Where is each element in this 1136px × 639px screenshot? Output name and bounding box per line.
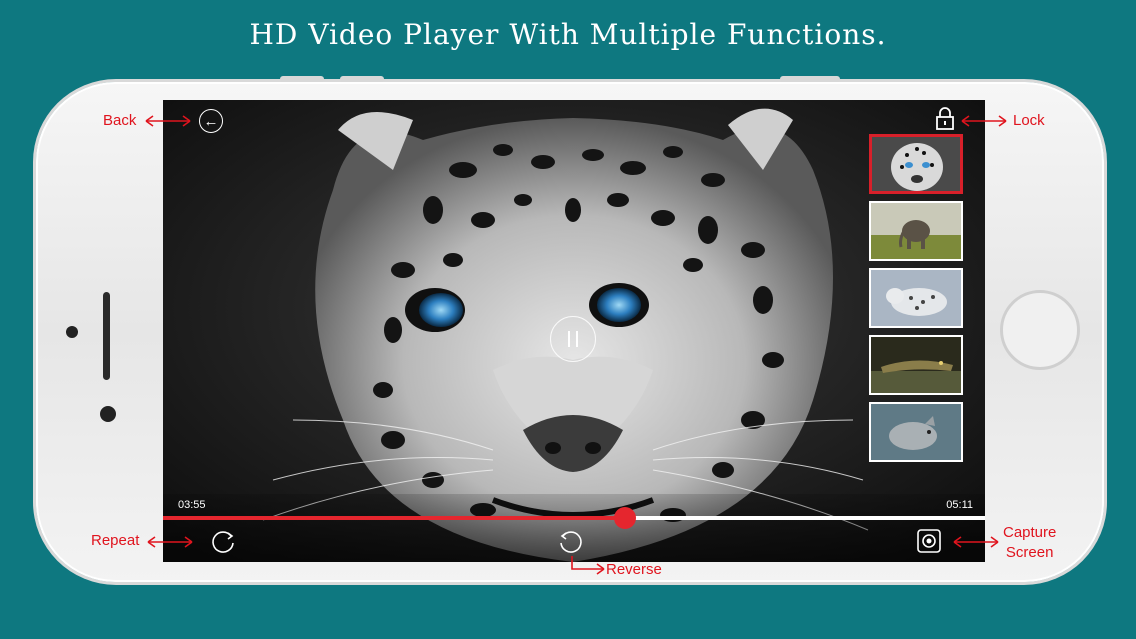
- annotation-reverse: Reverse: [606, 561, 662, 578]
- thumbnail-snow-leopard-2[interactable]: [869, 268, 963, 328]
- repeat-button[interactable]: [209, 527, 237, 555]
- thumbnail-elephant[interactable]: [869, 201, 963, 261]
- annotation-repeat: Repeat: [91, 532, 140, 549]
- back-button[interactable]: ←: [199, 109, 223, 133]
- phone-power-button: [780, 76, 840, 82]
- annotation-arrow: [145, 115, 191, 127]
- reverse-button[interactable]: [557, 527, 585, 555]
- current-time: 03:55: [178, 499, 206, 511]
- play-pause-button[interactable]: [550, 316, 596, 362]
- phone-sensor: [66, 326, 78, 338]
- annotation-arrow: [147, 536, 193, 548]
- seek-handle[interactable]: [613, 507, 636, 529]
- seek-bar[interactable]: [163, 507, 985, 529]
- video-screen[interactable]: ← 03:55 05:11: [163, 100, 985, 562]
- player-controls: 03:55 05:11: [163, 494, 985, 562]
- reverse-icon: [560, 531, 582, 553]
- seek-bar-progress: [163, 516, 625, 520]
- annotation-back: Back: [103, 112, 137, 129]
- annotation-lock: Lock: [1013, 112, 1045, 129]
- thumbnail-wolf[interactable]: [869, 402, 963, 462]
- camera-icon: [917, 529, 941, 553]
- duration: 05:11: [946, 499, 973, 511]
- phone-camera: [100, 406, 116, 422]
- home-button[interactable]: [1000, 290, 1080, 370]
- repeat-icon: [212, 531, 234, 553]
- back-arrow-icon: ←: [203, 112, 219, 130]
- lock-icon: [936, 107, 954, 130]
- annotation-arrow: [961, 115, 1007, 127]
- annotation-capture-screen: Capture Screen: [1003, 523, 1056, 563]
- playlist-thumbnails: [869, 134, 965, 469]
- capture-screen-button[interactable]: [916, 528, 942, 554]
- thumbnail-crocodile[interactable]: [869, 335, 963, 395]
- thumbnail-snow-leopard[interactable]: [869, 134, 963, 194]
- annotation-capture-line2: Screen: [1005, 544, 1054, 561]
- phone-volume-button: [280, 76, 324, 82]
- annotation-capture-line1: Capture: [1003, 524, 1057, 541]
- annotation-arrow: [953, 536, 999, 548]
- lock-button[interactable]: [933, 106, 957, 132]
- phone-speaker: [103, 292, 110, 380]
- pause-icon: [568, 331, 578, 347]
- headline: HD Video Player With Multiple Functions.: [249, 18, 887, 51]
- annotation-arrow: [571, 556, 605, 575]
- phone-volume-button: [340, 76, 384, 82]
